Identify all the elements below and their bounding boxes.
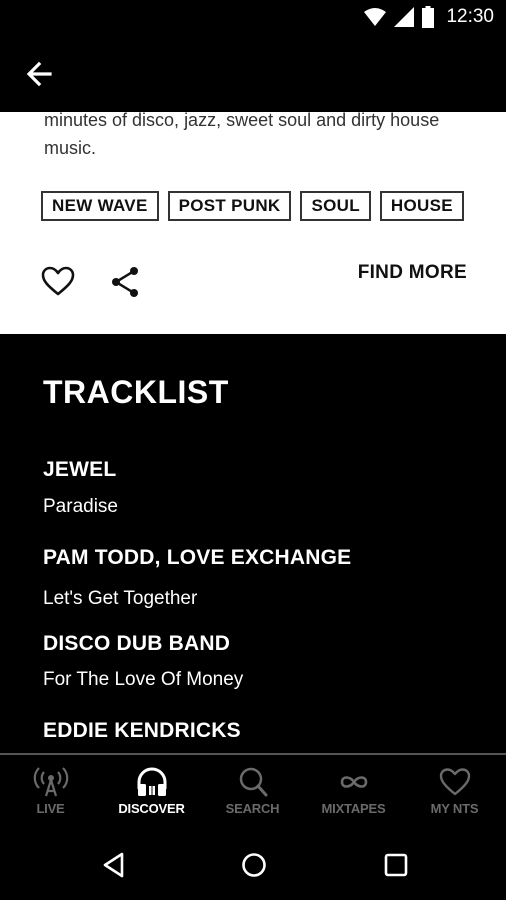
- nav-discover[interactable]: DISCOVER: [101, 755, 202, 831]
- status-time: 12:30: [446, 6, 494, 27]
- track-artist: JEWEL: [43, 458, 117, 481]
- nav-label: MY NTS: [430, 801, 479, 816]
- nav-live[interactable]: LIVE: [0, 755, 101, 831]
- bottom-navigation: LIVE DISCOVER SEARCH MIXTAPES MY NTS: [0, 753, 506, 833]
- heart-icon: [439, 768, 470, 796]
- system-recents-button[interactable]: [382, 851, 410, 884]
- back-button[interactable]: [20, 56, 60, 92]
- track-title: For The Love Of Money: [43, 669, 244, 690]
- battery-icon: [422, 6, 435, 28]
- nav-search[interactable]: SEARCH: [202, 755, 303, 831]
- genre-tag[interactable]: HOUSE: [379, 191, 464, 221]
- genre-tags: NEW WAVE POST PUNK SOUL HOUSE: [41, 191, 464, 221]
- heart-outline-icon: [41, 266, 75, 296]
- search-icon: [239, 767, 267, 797]
- nav-label: SEARCH: [225, 801, 280, 816]
- track-artist: PAM TODD, LOVE EXCHANGE: [43, 546, 352, 569]
- nav-my-nts[interactable]: MY NTS: [404, 755, 505, 831]
- nav-label: DISCOVER: [118, 801, 185, 816]
- system-home-button[interactable]: [240, 851, 268, 884]
- tracklist-section: TRACKLIST JEWEL Paradise PAM TODD, LOVE …: [0, 334, 506, 754]
- square-recents-icon: [384, 853, 408, 877]
- live-broadcast-icon: [33, 767, 68, 797]
- headphones-icon: [137, 767, 166, 796]
- nav-label: LIVE: [36, 801, 65, 816]
- genre-tag[interactable]: POST PUNK: [167, 191, 292, 221]
- show-info-card: minutes of disco, jazz, sweet soul and d…: [0, 112, 506, 334]
- track-title: Let's Get Together: [43, 588, 198, 609]
- tracklist-title: TRACKLIST: [43, 374, 229, 410]
- system-back-button[interactable]: [101, 851, 125, 884]
- find-more-link[interactable]: FIND MORE: [358, 262, 467, 284]
- genre-tag[interactable]: NEW WAVE: [41, 191, 159, 221]
- infinity-icon: [340, 776, 367, 788]
- genre-tag[interactable]: SOUL: [300, 191, 371, 221]
- share-icon: [112, 267, 138, 297]
- triangle-back-icon: [103, 852, 124, 878]
- cellular-signal-icon: [394, 7, 415, 27]
- show-description: minutes of disco, jazz, sweet soul and d…: [44, 112, 440, 158]
- app-bar: [0, 34, 506, 112]
- circle-home-icon: [242, 853, 266, 877]
- status-bar: 12:30: [0, 0, 506, 34]
- track-artist: DISCO DUB BAND: [43, 632, 231, 655]
- track-artist: EDDIE KENDRICKS: [43, 719, 241, 742]
- system-navigation-bar: [0, 831, 506, 900]
- arrow-back-icon: [26, 61, 52, 87]
- share-button[interactable]: [110, 266, 140, 303]
- wifi-icon: [364, 8, 387, 26]
- nav-label: MIXTAPES: [321, 801, 386, 816]
- favorite-button[interactable]: [41, 266, 75, 301]
- track-title: Paradise: [43, 496, 118, 517]
- nav-mixtapes[interactable]: MIXTAPES: [303, 755, 404, 831]
